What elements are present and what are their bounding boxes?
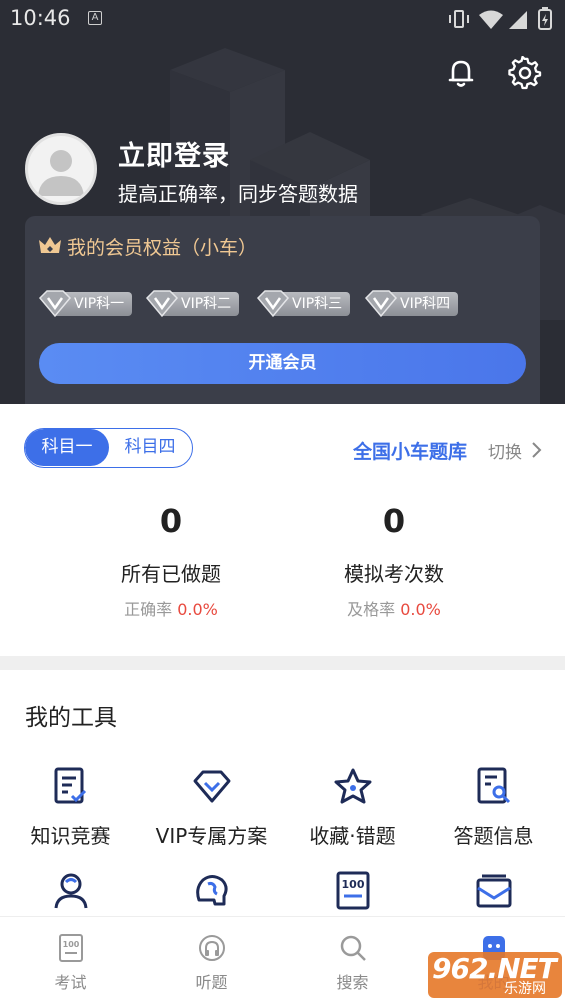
vip-gem-icon — [38, 290, 72, 318]
brain-icon — [195, 875, 228, 906]
site-watermark: 962.NET 乐游网 — [428, 952, 562, 998]
tool-label: VIP专属方案 — [155, 824, 268, 848]
status-bar: 10:46 A — [0, 0, 565, 38]
tab-label: 听题 — [195, 973, 228, 992]
status-time: 10:46 — [10, 6, 71, 30]
accuracy-label: 正确率 — [124, 600, 173, 619]
wifi-icon — [479, 10, 503, 29]
member-benefits-card: 我的会员权益（小车） VIP科一 VIP科二 VIP科三 VIP科四 开通会员 — [25, 216, 540, 404]
accuracy-rate: 正确率 0.0% — [91, 596, 251, 620]
mail-icon — [476, 874, 511, 908]
chevron-right-icon[interactable] — [530, 441, 542, 459]
vibrate-icon — [449, 10, 469, 28]
tab-search[interactable]: 搜索 — [282, 917, 423, 1004]
member-benefits-title: 我的会员权益（小车） — [67, 237, 258, 259]
pass-rate-label: 及格率 — [347, 600, 396, 619]
person-icon — [54, 873, 87, 909]
tab-subject-one[interactable]: 科目一 — [25, 429, 109, 466]
tool-label: 收藏·错题 — [309, 824, 396, 848]
score-100-icon: 100 — [336, 871, 369, 910]
exam-icon: 100 — [58, 934, 83, 962]
star-icon — [334, 768, 371, 804]
gear-icon[interactable] — [508, 56, 542, 90]
tool-knowledge-contest[interactable]: 知识竞赛 — [0, 766, 141, 849]
stats-panel: 科目一 科目四 全国小车题库 切换 0 所有已做题 正确率 0.0% 0 模拟考… — [0, 404, 565, 656]
bell-icon[interactable] — [444, 56, 478, 90]
listen-icon — [198, 935, 225, 961]
tool-item[interactable]: 100 — [282, 870, 423, 912]
tab-label: 考试 — [54, 973, 87, 992]
vip-gem-icon — [145, 290, 179, 318]
tool-item[interactable] — [141, 870, 282, 912]
tab-label: 搜索 — [336, 973, 369, 992]
mock-exam-count: 0 — [382, 502, 406, 540]
vip-gem-icon — [364, 290, 398, 318]
profile-header: 10:46 A 立即登录 提高正确率，同步答题数据 我的会员权益（小车） VIP… — [0, 0, 565, 404]
tool-favorites-mistakes[interactable]: 收藏·错题 — [282, 766, 423, 849]
vip-gem-icon — [256, 290, 290, 318]
tab-subject-four[interactable]: 科目四 — [109, 429, 191, 466]
notification-a-icon: A — [88, 11, 102, 25]
avatar[interactable] — [25, 133, 97, 205]
login-subtitle: 提高正确率，同步答题数据 — [118, 182, 358, 206]
tool-label: 知识竞赛 — [30, 824, 111, 848]
battery-icon — [538, 7, 552, 30]
open-membership-button[interactable]: 开通会员 — [39, 343, 526, 384]
svg-text:100: 100 — [341, 878, 364, 891]
crown-icon — [39, 237, 61, 253]
tool-answer-info[interactable]: 答题信息 — [423, 766, 564, 849]
mock-exam-label: 模拟考次数 — [344, 562, 444, 586]
tool-item[interactable] — [0, 870, 141, 912]
login-title[interactable]: 立即登录 — [118, 134, 230, 173]
signal-icon — [509, 11, 527, 29]
watermark-site-name: 乐游网 — [504, 981, 546, 997]
checklist-icon — [54, 767, 86, 804]
done-questions-label: 所有已做题 — [121, 562, 221, 586]
section-divider — [0, 656, 565, 670]
pass-rate-value: 0.0% — [400, 600, 441, 619]
tool-vip-plan[interactable]: VIP专属方案 — [141, 766, 282, 849]
done-questions-count: 0 — [159, 502, 183, 540]
search-icon — [340, 935, 366, 961]
subject-toggle[interactable]: 科目一 科目四 — [24, 428, 193, 468]
vip-badges: VIP科一 VIP科二 VIP科三 VIP科四 — [38, 288, 538, 318]
tool-label: 答题信息 — [453, 824, 534, 848]
svg-text:100: 100 — [62, 940, 79, 949]
avatar-placeholder-icon — [38, 150, 84, 196]
accuracy-value: 0.0% — [177, 600, 218, 619]
tool-item[interactable] — [423, 870, 564, 912]
diamond-icon — [193, 770, 230, 803]
switch-bank-link[interactable]: 切换 — [488, 438, 522, 463]
question-bank-name[interactable]: 全国小车题库 — [353, 437, 467, 464]
tools-title: 我的工具 — [25, 705, 117, 731]
status-icons — [449, 7, 552, 30]
doc-search-icon — [477, 767, 510, 804]
tab-exam[interactable]: 100 考试 — [0, 917, 141, 1004]
pass-rate: 及格率 0.0% — [314, 596, 474, 620]
tab-listen[interactable]: 听题 — [141, 917, 282, 1004]
